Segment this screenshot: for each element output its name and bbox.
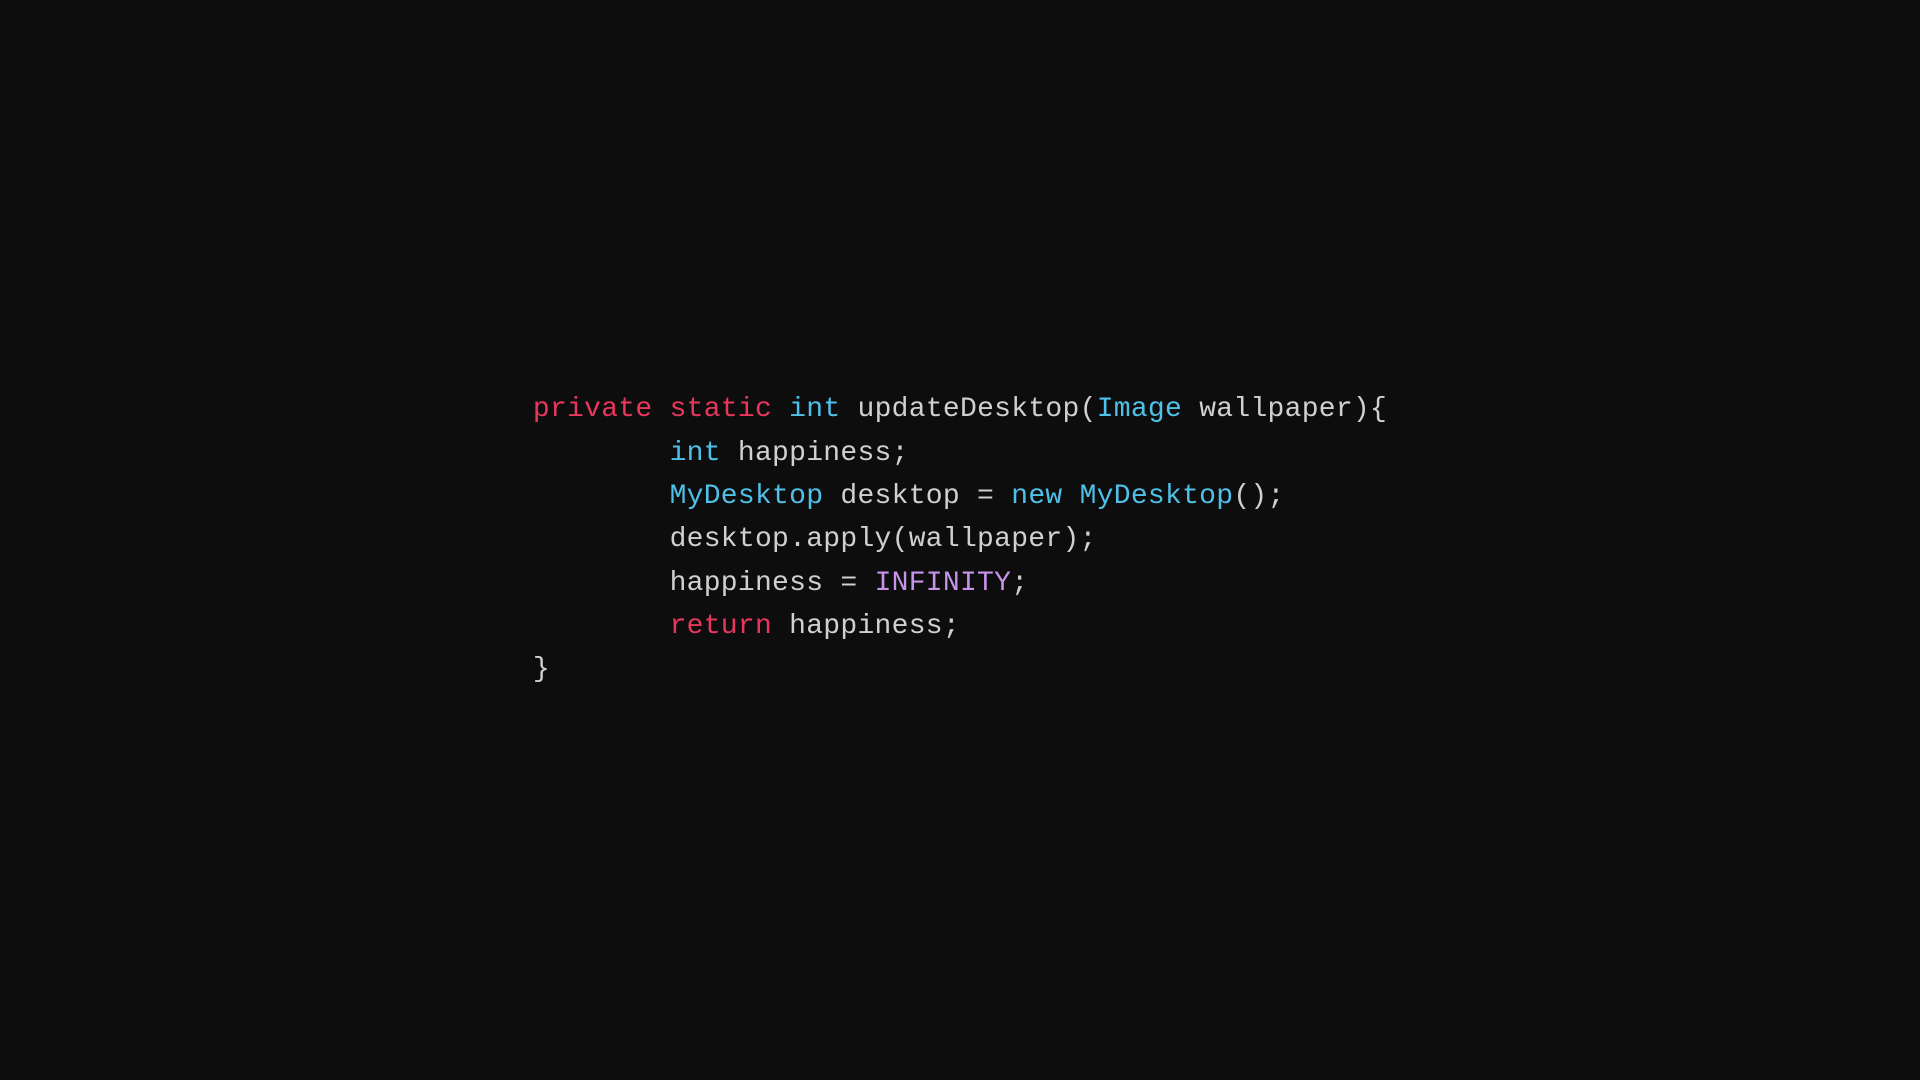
indent-line3 xyxy=(533,475,670,518)
apply-call: desktop.apply(wallpaper); xyxy=(670,518,1097,561)
closing-brace: } xyxy=(533,648,550,691)
return-value: happiness; xyxy=(772,605,960,648)
keyword-int-return-type: int xyxy=(789,388,840,431)
code-line-4: desktop.apply(wallpaper); xyxy=(533,518,1387,561)
code-line-1: private static int updateDesktop( Image … xyxy=(533,388,1387,431)
happiness-assign: happiness = xyxy=(670,562,875,605)
space-new xyxy=(1062,475,1079,518)
type-mydesktop-1: MyDesktop xyxy=(670,475,824,518)
var-happiness-decl: happiness; xyxy=(721,432,909,475)
indent-line6 xyxy=(533,605,670,648)
indent-line2 xyxy=(533,432,670,475)
code-line-5: happiness = INFINITY ; xyxy=(533,562,1387,605)
space-2 xyxy=(772,388,789,431)
keyword-new: new xyxy=(1011,475,1062,518)
method-name: updateDesktop( xyxy=(858,388,1097,431)
keyword-static: static xyxy=(670,388,773,431)
keyword-private: private xyxy=(533,388,653,431)
code-display: private static int updateDesktop( Image … xyxy=(533,388,1387,692)
code-line-6: return happiness; xyxy=(533,605,1387,648)
keyword-int: int xyxy=(670,432,721,475)
var-desktop-assign: desktop = xyxy=(823,475,1011,518)
semicolon-5: ; xyxy=(1011,562,1028,605)
code-line-7: } xyxy=(533,648,1387,691)
keyword-return: return xyxy=(670,605,773,648)
constant-infinity: INFINITY xyxy=(875,562,1012,605)
method-params-close: wallpaper){ xyxy=(1182,388,1387,431)
type-mydesktop-2: MyDesktop xyxy=(1080,475,1234,518)
space-3 xyxy=(840,388,857,431)
indent-line5 xyxy=(533,562,670,605)
type-image: Image xyxy=(1097,388,1182,431)
indent-line4 xyxy=(533,518,670,561)
code-line-3: MyDesktop desktop = new MyDesktop (); xyxy=(533,475,1387,518)
constructor-call: (); xyxy=(1233,475,1284,518)
code-line-2: int happiness; xyxy=(533,432,1387,475)
space-1 xyxy=(652,388,669,431)
